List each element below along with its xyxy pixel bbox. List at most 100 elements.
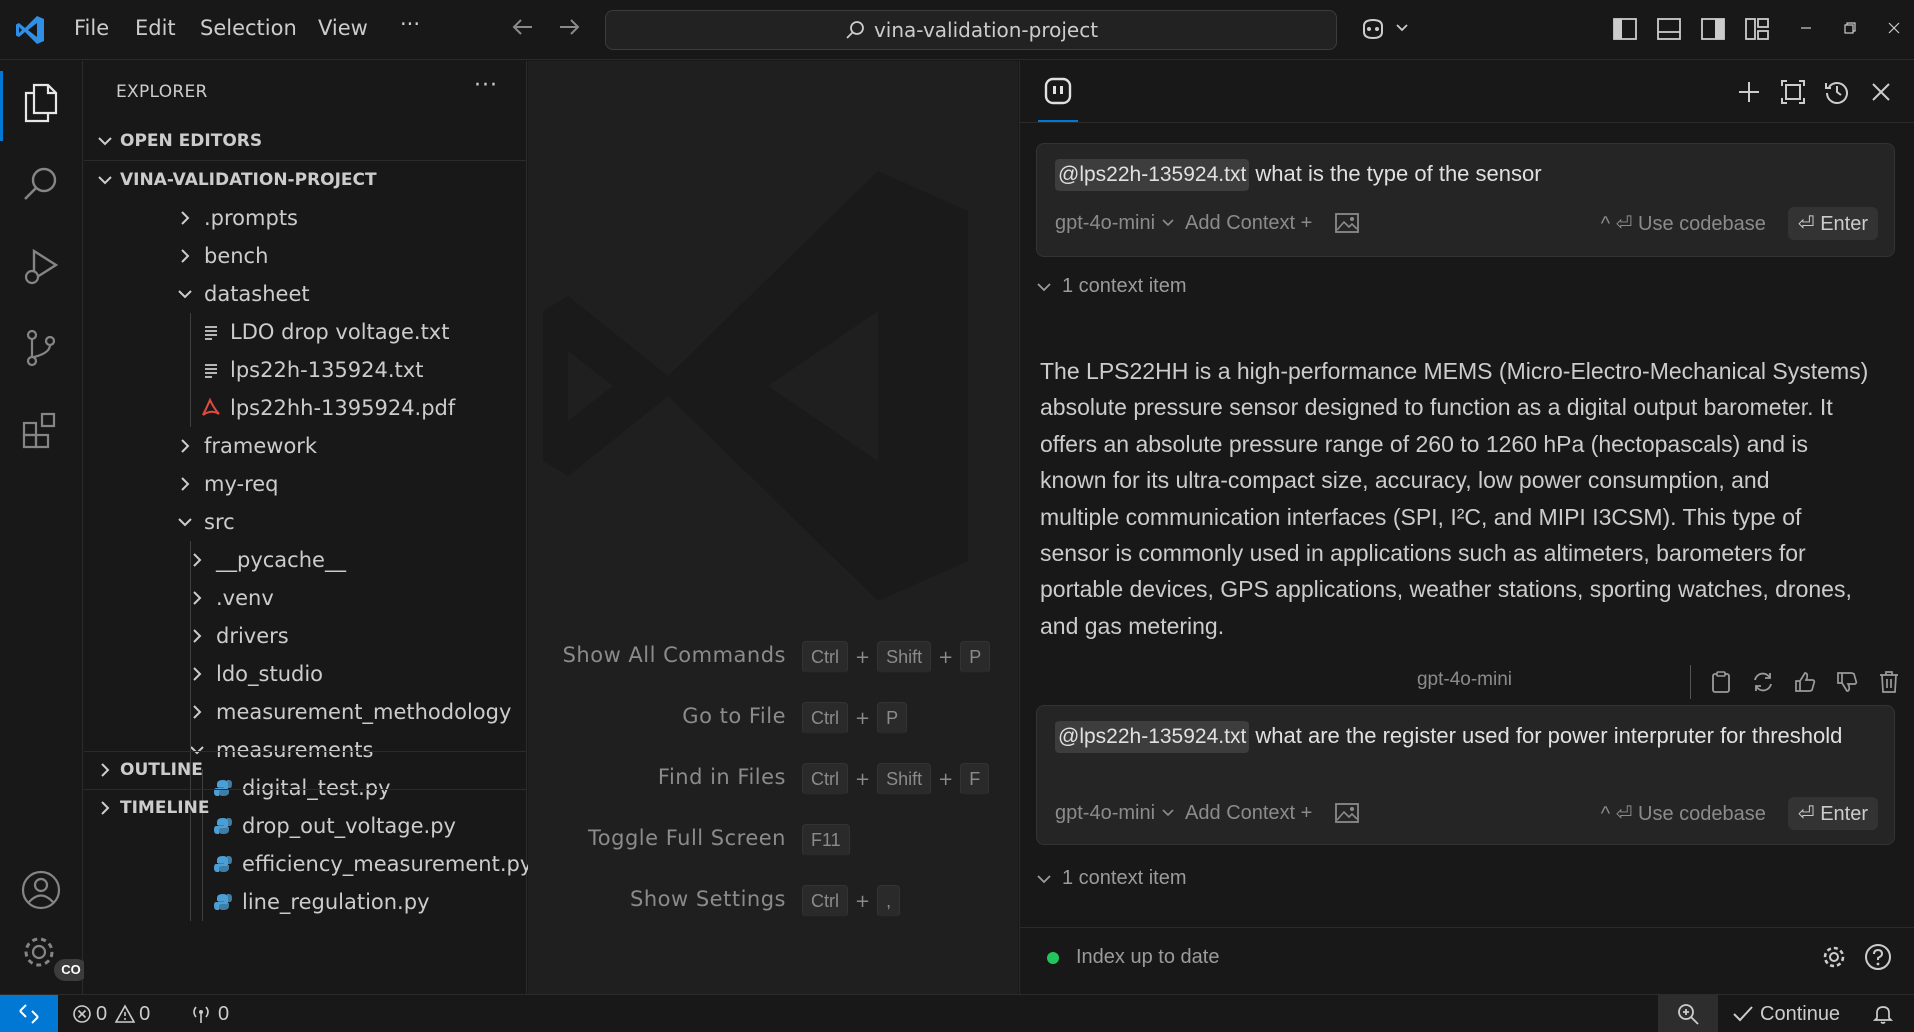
notifications-bell-icon[interactable]	[1872, 995, 1894, 1032]
history-icon[interactable]	[1820, 75, 1854, 109]
project-section[interactable]: VINA-VALIDATION-PROJECT	[84, 162, 527, 198]
copilot-chevron-down-icon[interactable]	[1394, 20, 1410, 40]
answer-line: multiple communication interfaces (SPI, …	[1040, 503, 1802, 530]
restore-icon[interactable]	[1842, 20, 1858, 40]
chevron-down-icon[interactable]	[1161, 216, 1175, 230]
shortcut-row[interactable]: Show All Commands Ctrl + Shift + P	[528, 639, 1018, 675]
menu-selection[interactable]: Selection	[200, 16, 297, 40]
explorer-icon[interactable]	[18, 79, 64, 125]
folder-src[interactable]: src	[84, 503, 527, 541]
forward-arrow-icon[interactable]	[556, 14, 582, 47]
folder-framework[interactable]: framework	[84, 427, 527, 465]
explorer-title: EXPLORER	[116, 82, 208, 102]
thumbs-down-icon[interactable]	[1834, 669, 1860, 695]
close-window-icon[interactable]	[1886, 20, 1902, 40]
image-upload-icon[interactable]	[1334, 212, 1360, 234]
extensions-icon[interactable]	[18, 407, 64, 453]
context-count: 1 context item	[1062, 867, 1187, 889]
manage-gear-icon[interactable]: CO	[18, 931, 88, 981]
timeline-section[interactable]: TIMELINE	[84, 790, 527, 826]
shortcut-row[interactable]: Show Settings Ctrl +,	[528, 883, 1018, 919]
add-context-button[interactable]: Add Context +	[1185, 212, 1312, 235]
add-context-button[interactable]: Add Context +	[1185, 802, 1312, 825]
file-item[interactable]: efficiency_measurement.py	[84, 845, 532, 883]
continue-tab[interactable]	[1038, 74, 1078, 122]
close-panel-icon[interactable]	[1864, 75, 1898, 109]
tree-item-label: datasheet	[204, 282, 310, 306]
file-item[interactable]: lps22hh-1395924.pdf	[84, 389, 527, 427]
folder-drivers[interactable]: drivers	[84, 617, 527, 655]
index-status[interactable]: Index up to date	[1076, 946, 1219, 969]
copilot-icon[interactable]	[1358, 14, 1388, 48]
settings-gear-icon[interactable]	[1820, 943, 1848, 975]
chevron-right-icon	[174, 435, 196, 457]
question-card-2[interactable]: @lps22h-135924.txt what are the register…	[1036, 705, 1895, 845]
file-item[interactable]: LDO drop voltage.txt	[84, 313, 527, 351]
problems-status[interactable]: 0 0	[72, 995, 150, 1032]
shortcut-row[interactable]: Go to File Ctrl + P	[528, 700, 1018, 736]
menu-more[interactable]: ···	[400, 12, 420, 36]
model-select[interactable]: gpt-4o-mini	[1055, 212, 1155, 235]
menu-view[interactable]: View	[318, 16, 368, 40]
toggle-primary-sidebar-icon[interactable]	[1612, 16, 1638, 46]
folder-my-req[interactable]: my-req	[84, 465, 527, 503]
fullscreen-icon[interactable]	[1776, 75, 1810, 109]
toggle-secondary-sidebar-icon[interactable]	[1700, 16, 1726, 46]
back-arrow-icon[interactable]	[510, 14, 536, 47]
keycap: Shift	[877, 763, 932, 795]
folder-pycache[interactable]: __pycache__	[84, 541, 527, 579]
folder-bench[interactable]: bench	[84, 237, 527, 275]
continue-status[interactable]: Continue	[1732, 995, 1840, 1032]
search-icon[interactable]	[18, 161, 64, 207]
customize-layout-icon[interactable]	[1744, 16, 1770, 46]
help-icon[interactable]	[1864, 943, 1892, 975]
shortcut-row[interactable]: Toggle Full Screen F11	[528, 822, 1018, 858]
folder-ldo-studio[interactable]: ldo_studio	[84, 655, 527, 693]
context-items-toggle-2[interactable]: 1 context item	[1036, 867, 1187, 890]
minimize-icon[interactable]	[1798, 20, 1814, 40]
keycap: F11	[802, 824, 850, 856]
enter-button[interactable]: ⏎ Enter	[1787, 796, 1878, 830]
toggle-panel-icon[interactable]	[1656, 16, 1682, 46]
menu-file[interactable]: File	[74, 16, 109, 40]
file-item[interactable]: lps22h-135924.txt	[84, 351, 527, 389]
question-text-1[interactable]: @lps22h-135924.txt what is the type of t…	[1055, 158, 1874, 191]
thumbs-up-icon[interactable]	[1792, 669, 1818, 695]
model-select[interactable]: gpt-4o-mini	[1055, 802, 1155, 825]
copy-icon[interactable]	[1708, 669, 1734, 695]
file-item[interactable]: line_regulation.py	[84, 883, 527, 921]
explorer-more-actions[interactable]: ···	[474, 73, 498, 98]
enter-button[interactable]: ⏎ Enter	[1787, 206, 1878, 240]
image-upload-icon[interactable]	[1334, 802, 1360, 824]
ports-status[interactable]: 0	[190, 995, 229, 1032]
zoom-icon[interactable]	[1658, 995, 1718, 1032]
use-codebase-button[interactable]: ^ ⏎ Use codebase	[1601, 801, 1766, 826]
new-chat-plus-icon[interactable]	[1732, 75, 1766, 109]
regenerate-icon[interactable]	[1750, 669, 1776, 695]
file-mention-chip[interactable]: @lps22h-135924.txt	[1055, 721, 1250, 753]
chat-panel: @lps22h-135924.txt what is the type of t…	[1019, 61, 1914, 994]
shortcut-row[interactable]: Find in Files Ctrl + Shift + F	[528, 761, 1018, 797]
open-editors-section[interactable]: OPEN EDITORS	[84, 123, 527, 159]
folder-measurement-methodology[interactable]: measurement_methodology	[84, 693, 527, 731]
question-text-2[interactable]: @lps22h-135924.txt what are the register…	[1055, 720, 1874, 753]
menu-edit[interactable]: Edit	[135, 16, 176, 40]
use-codebase-button[interactable]: ^ ⏎ Use codebase	[1601, 211, 1766, 236]
index-status-dot	[1047, 952, 1059, 964]
accounts-icon[interactable]	[18, 867, 64, 913]
file-mention-chip[interactable]: @lps22h-135924.txt	[1055, 159, 1250, 191]
folder-prompts[interactable]: .prompts	[84, 199, 527, 237]
chevron-down-icon[interactable]	[1161, 806, 1175, 820]
source-control-icon[interactable]	[18, 325, 64, 371]
question-card-1[interactable]: @lps22h-135924.txt what is the type of t…	[1036, 143, 1895, 257]
remote-indicator-icon[interactable]	[0, 995, 58, 1032]
warning-count: 0	[139, 1002, 151, 1025]
command-center-search[interactable]: vina-validation-project	[605, 10, 1337, 50]
run-debug-icon[interactable]	[18, 243, 64, 289]
outline-section[interactable]: OUTLINE	[84, 752, 527, 788]
folder-venv[interactable]: .venv	[84, 579, 527, 617]
context-items-toggle-1[interactable]: 1 context item	[1036, 275, 1187, 298]
folder-datasheet[interactable]: datasheet	[84, 275, 527, 313]
chevron-down-icon	[90, 171, 120, 189]
delete-trash-icon[interactable]	[1876, 669, 1902, 695]
